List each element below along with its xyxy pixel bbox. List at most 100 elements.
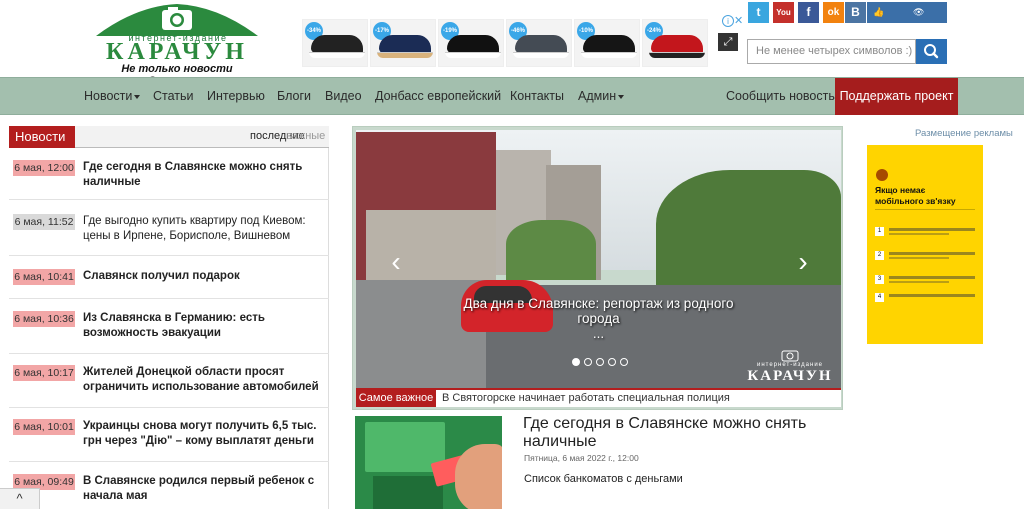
ad-step-number: 1 <box>875 227 884 236</box>
slide-dot[interactable] <box>572 358 580 366</box>
slide-dot[interactable] <box>596 358 604 366</box>
ad-product-shoe[interactable]: -34% <box>302 19 368 67</box>
nav-item-news[interactable]: Новости <box>84 78 141 115</box>
slider-next-icon[interactable]: › <box>793 248 813 276</box>
news-title[interactable]: Из Славянска в Германию: есть возможност… <box>83 311 327 341</box>
nav-item-label: Новости <box>84 89 133 103</box>
ad-step: 1 <box>875 225 975 239</box>
news-date: 6 мая, 10:01 <box>13 419 75 435</box>
news-date: 6 мая, 10:41 <box>13 269 75 285</box>
sidebar-ad-banner[interactable]: Якщо немає мобільного зв'язку 1 2 3 4 <box>867 145 983 344</box>
search-input[interactable]: Не менее четырех символов :) <box>747 39 916 64</box>
nav-item-blogs[interactable]: Блоги <box>277 78 311 115</box>
likes-count: 9.3K <box>873 28 892 38</box>
news-title[interactable]: Где выгодно купить квартиру под Киевом: … <box>83 214 327 244</box>
slide-dots <box>572 358 632 368</box>
slide-caption-text: Два дня в Славянске: репортаж из родного… <box>463 296 734 326</box>
slide-dot[interactable] <box>620 358 628 366</box>
ticker-headline[interactable]: В Святогорске начинает работать специаль… <box>442 390 730 407</box>
nav-item-admin[interactable]: Админ <box>578 78 625 115</box>
facebook-icon[interactable]: f <box>798 2 819 23</box>
nav-item-contacts[interactable]: Контакты <box>510 78 564 115</box>
likes-counter[interactable]: 👍 9.3K <box>867 2 907 38</box>
slide-dot[interactable] <box>608 358 616 366</box>
camera-icon <box>781 350 799 362</box>
ad-info-icon[interactable]: i <box>722 15 734 27</box>
news-feed-header: Новости последние важные <box>9 126 329 148</box>
news-title[interactable]: Где сегодня в Славянске можно снять нали… <box>83 160 327 190</box>
news-item[interactable]: 6 мая, 10:17 Жителей Донецкой области пр… <box>9 354 329 408</box>
vkontakte-icon[interactable]: B <box>845 2 866 23</box>
ad-product-shoe[interactable]: -46% <box>506 19 572 67</box>
slider-prev-icon[interactable]: ‹ <box>386 248 406 276</box>
news-item[interactable]: 6 мая, 10:01 Украинцы снова могут получи… <box>9 408 329 462</box>
news-item[interactable]: 6 мая, 10:36 Из Славянска в Германию: ес… <box>9 299 329 354</box>
news-title[interactable]: В Славянске родился первый ребенок с нач… <box>83 474 327 504</box>
news-date: 6 мая, 12:00 <box>13 160 75 176</box>
ad-step-number: 3 <box>875 275 884 284</box>
chevron-down-icon <box>134 94 141 99</box>
ad-product-shoe[interactable]: -19% <box>438 19 504 67</box>
youtube-icon[interactable]: You <box>773 2 794 23</box>
news-item[interactable]: 6 мая, 09:49 В Славянске родился первый … <box>9 462 329 509</box>
featured-article-title[interactable]: Где сегодня в Славянске можно снять нали… <box>523 415 833 451</box>
scroll-top-button[interactable]: ^ <box>0 488 40 509</box>
nav-item-articles[interactable]: Статьи <box>153 78 194 115</box>
ad-step-number: 4 <box>875 293 884 302</box>
logo-name: КАРАЧУН <box>106 39 248 65</box>
nav-item-interviews[interactable]: Интервью <box>207 78 265 115</box>
chevron-down-icon <box>618 94 625 99</box>
news-item[interactable]: 6 мая, 12:00 Где сегодня в Славянске мож… <box>9 148 329 200</box>
ad-product-shoe[interactable]: -10% <box>574 19 640 67</box>
news-item[interactable]: 6 мая, 10:41 Славянск получил подарок <box>9 256 329 299</box>
featured-article-date: Пятница, 6 мая 2022 г., 12:00 <box>524 453 639 463</box>
watermark-name: КАРАЧУН <box>747 368 833 384</box>
news-date: 6 мая, 11:52 <box>13 214 75 230</box>
ad-placement-link[interactable]: Размещение рекламы <box>915 128 1013 139</box>
ad-product-shoe[interactable]: -17% <box>370 19 436 67</box>
news-title[interactable]: Славянск получил подарок <box>83 269 327 284</box>
site-logo[interactable]: интернет-издание КАРАЧУН Не только новос… <box>96 2 258 87</box>
news-feed: Новости последние важные 6 мая, 12:00 Гд… <box>9 126 329 509</box>
search-icon <box>924 44 939 59</box>
slide-caption-ellipsis: ... <box>592 326 605 341</box>
slide-watermark-logo: интернет-издание КАРАЧУН <box>744 350 836 386</box>
ad-step: 4 <box>875 291 975 305</box>
views-counter: 👁 20.6K <box>907 2 947 38</box>
report-news-link[interactable]: Сообщить новость <box>726 78 835 115</box>
ad-heading: Якщо немає мобільного зв'язку <box>875 185 956 206</box>
featured-slider: Два дня в Славянске: репортаж из родного… <box>352 126 843 410</box>
ad-step-number: 2 <box>875 251 884 260</box>
thumbs-up-icon: 👍 <box>873 7 885 17</box>
nav-item-donbass[interactable]: Донбасс европейский <box>375 78 501 115</box>
tab-news[interactable]: Новости <box>9 126 75 148</box>
featured-article-image[interactable] <box>355 416 502 509</box>
twitter-icon[interactable]: t <box>748 2 769 23</box>
slide-caption[interactable]: Два дня в Славянске: репортаж из родного… <box>456 296 741 341</box>
search-button[interactable] <box>916 39 947 64</box>
news-date: 6 мая, 10:36 <box>13 311 75 327</box>
header-ad-banner[interactable]: -34% -17% -19% -46% -10% -24% i ✕ ⤢ <box>300 14 743 67</box>
support-project-button[interactable]: Поддержать проект <box>835 78 958 115</box>
eye-icon: 👁 <box>913 7 925 17</box>
logo-hill-icon <box>96 4 258 36</box>
main-nav: Новости Статьи Интервью Блоги Видео Донб… <box>0 77 1024 115</box>
odnoklassniki-icon[interactable]: ok <box>823 2 844 23</box>
news-item[interactable]: 6 мая, 11:52 Где выгодно купить квартиру… <box>9 200 329 256</box>
featured-article-summary: Список банкоматов с деньгами <box>524 473 683 485</box>
slide-dot[interactable] <box>584 358 592 366</box>
ad-next-icon[interactable]: ⤢ <box>718 33 738 51</box>
news-date: 6 мая, 10:17 <box>13 365 75 381</box>
ad-close-icon[interactable]: ✕ <box>734 14 743 27</box>
news-title[interactable]: Украинцы снова могут получить 6,5 тыс. г… <box>83 419 327 449</box>
nav-item-video[interactable]: Видео <box>325 78 362 115</box>
ad-logo-icon <box>876 169 888 181</box>
ad-product-shoe[interactable]: -24% <box>642 19 708 67</box>
ticker-label: Самое важное <box>356 390 436 407</box>
slide-image[interactable]: Два дня в Славянске: репортаж из родного… <box>356 130 841 388</box>
ad-controls: i ✕ ⤢ <box>718 14 743 67</box>
filter-important[interactable]: важные <box>286 130 325 142</box>
breaking-ticker: Самое важное В Святогорске начинает рабо… <box>356 388 841 407</box>
site-header: интернет-издание КАРАЧУН Не только новос… <box>0 0 1024 87</box>
news-title[interactable]: Жителей Донецкой области просят ограничи… <box>83 365 327 395</box>
